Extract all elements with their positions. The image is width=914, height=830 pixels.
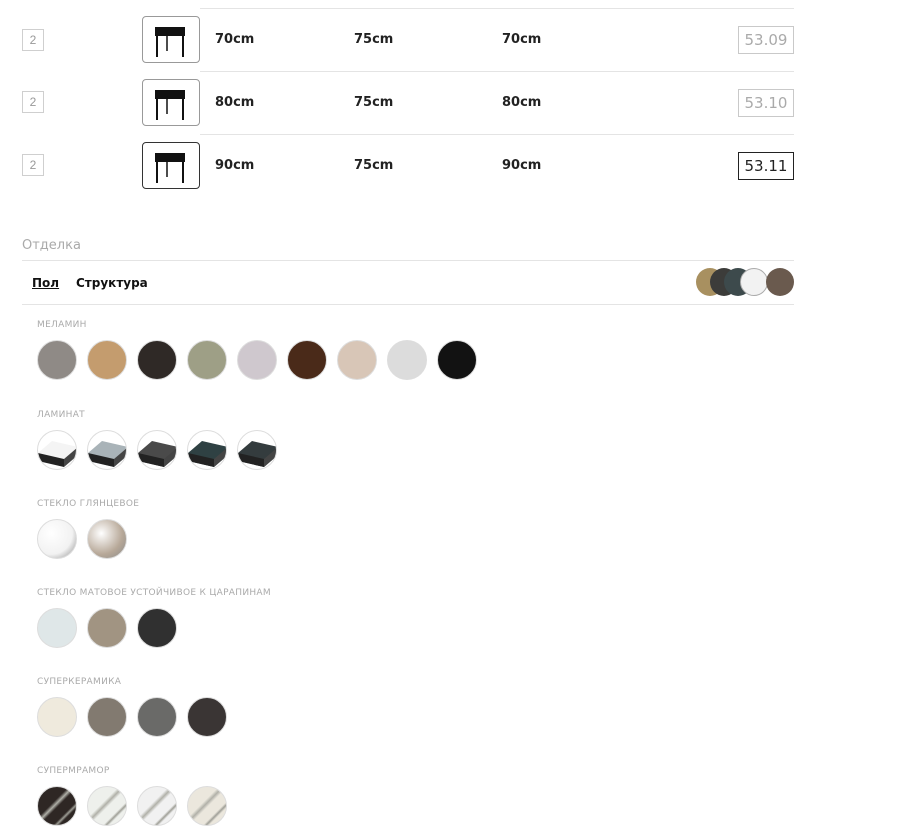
tab-floor[interactable]: Пол	[32, 276, 59, 290]
table-thumbnail[interactable]	[142, 142, 200, 189]
glass-swatch[interactable]	[37, 519, 77, 559]
table-icon	[155, 90, 185, 120]
preview-swatch-white	[740, 268, 768, 296]
product-code[interactable]: 53.11	[738, 152, 794, 180]
finish-group-label: супермрамор	[37, 766, 110, 776]
variant-row[interactable]: 2 70cm 75cm 70cm 53.09	[0, 8, 914, 71]
melamine-swatch[interactable]	[387, 340, 427, 380]
variant-row[interactable]: 2 90cm 75cm 90cm 53.11	[0, 134, 914, 197]
table-thumbnail[interactable]	[142, 16, 200, 63]
table-icon	[155, 27, 185, 57]
width-value: 80cm	[215, 95, 255, 110]
finish-group-label: стекло глянцевое	[37, 499, 140, 509]
height-value: 75cm	[354, 32, 394, 47]
variant-row[interactable]: 2 80cm 75cm 80cm 53.10	[0, 71, 914, 134]
glass-swatch[interactable]	[87, 519, 127, 559]
melamine-swatch[interactable]	[337, 340, 377, 380]
laminate-swatch[interactable]	[187, 430, 227, 470]
melamine-swatch[interactable]	[287, 340, 327, 380]
laminate-swatch[interactable]	[87, 430, 127, 470]
laminate-swatch[interactable]	[37, 430, 77, 470]
ceramic-swatch[interactable]	[37, 697, 77, 737]
laminate-swatch[interactable]	[237, 430, 277, 470]
tab-structure[interactable]: Структура	[76, 276, 148, 290]
melamine-swatch[interactable]	[37, 340, 77, 380]
melamine-swatch[interactable]	[237, 340, 277, 380]
width-value: 70cm	[215, 32, 255, 47]
ceramic-swatch[interactable]	[137, 697, 177, 737]
melamine-swatch[interactable]	[437, 340, 477, 380]
melamine-swatch[interactable]	[137, 340, 177, 380]
depth-value: 80cm	[502, 95, 542, 110]
ceramic-swatch[interactable]	[187, 697, 227, 737]
section-divider	[22, 304, 794, 305]
marble-swatch[interactable]	[187, 786, 227, 826]
laminate-swatch[interactable]	[137, 430, 177, 470]
ceramic-swatch[interactable]	[87, 697, 127, 737]
width-value: 90cm	[215, 158, 255, 173]
depth-value: 90cm	[502, 158, 542, 173]
finish-group-label: ламинат	[37, 410, 85, 420]
melamine-swatch[interactable]	[187, 340, 227, 380]
table-thumbnail[interactable]	[142, 79, 200, 126]
product-code[interactable]: 53.09	[738, 26, 794, 54]
quantity-box[interactable]: 2	[22, 29, 44, 51]
preview-swatch-brown	[766, 268, 794, 296]
melamine-swatch[interactable]	[87, 340, 127, 380]
glass-matte-swatch[interactable]	[137, 608, 177, 648]
finish-group-label: стекло матовое устойчивое к царапинам	[37, 588, 271, 598]
glass-matte-swatch[interactable]	[37, 608, 77, 648]
glass-matte-swatch[interactable]	[87, 608, 127, 648]
finish-group-label: меламин	[37, 320, 87, 330]
marble-swatch[interactable]	[37, 786, 77, 826]
product-code[interactable]: 53.10	[738, 89, 794, 117]
quantity-box[interactable]: 2	[22, 91, 44, 113]
depth-value: 70cm	[502, 32, 542, 47]
finish-heading: Отделка	[22, 238, 81, 253]
marble-swatch[interactable]	[87, 786, 127, 826]
height-value: 75cm	[354, 158, 394, 173]
quantity-box[interactable]: 2	[22, 154, 44, 176]
table-icon	[155, 153, 185, 183]
finish-group-label: суперкерамика	[37, 677, 122, 687]
height-value: 75cm	[354, 95, 394, 110]
section-divider	[22, 260, 794, 261]
marble-swatch[interactable]	[137, 786, 177, 826]
